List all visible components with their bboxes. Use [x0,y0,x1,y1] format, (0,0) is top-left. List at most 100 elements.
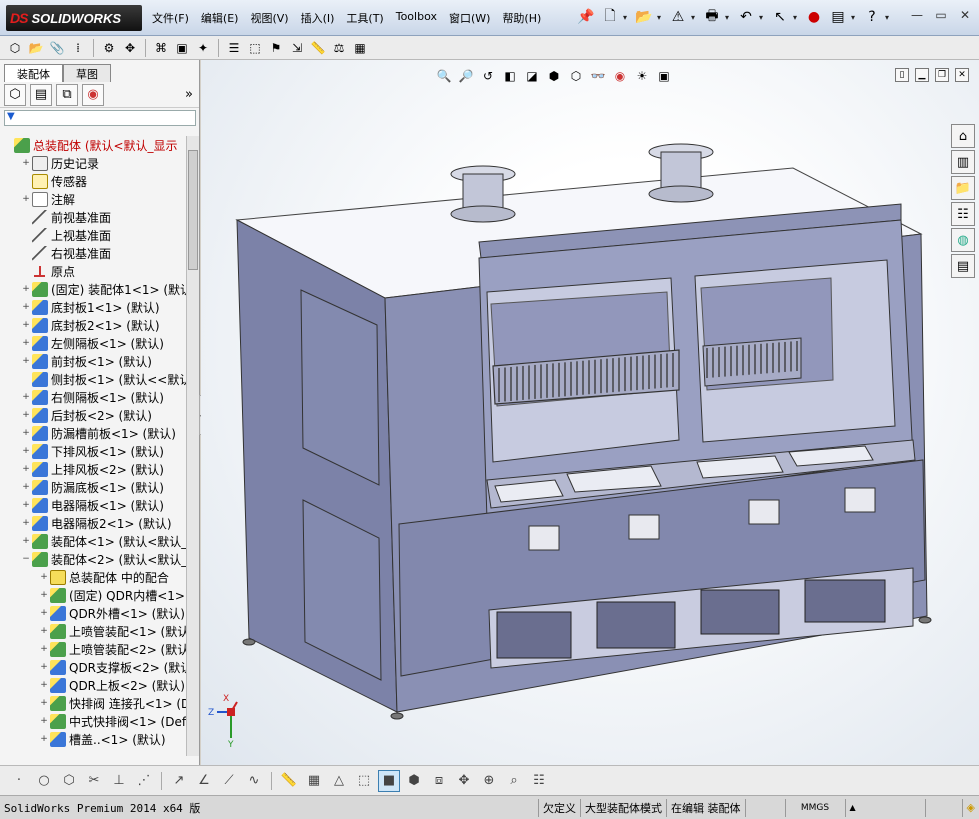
save-dropdown-icon[interactable]: ▾ [691,6,699,28]
tree-expander-icon[interactable]: + [38,626,50,636]
tree-item[interactable]: + 装配体<1> (默认<默认_显 [0,532,186,550]
relations-icon[interactable]: ⊥ [108,770,130,792]
tab-assembly[interactable]: 装配体 [4,64,63,82]
graphics-viewport[interactable]: 🔍 🔎 ↺ ◧ ◪ ⬢ ⬡ 👓 ◉ ☀ ▣ ▯ ▁ ❐ ✕ ⌂ ▥ 📁 ☷ ◍ … [201,60,979,765]
tree-expander-icon[interactable]: + [20,446,32,456]
insert-component-icon[interactable]: ⬡ [6,39,24,57]
paperclip-icon[interactable]: 📎 [48,39,66,57]
menu-help[interactable]: 帮助(H) [496,8,547,28]
component-icon[interactable]: ⬢ [403,770,425,792]
tree-expander-icon[interactable]: + [20,410,32,420]
tree-expander-icon[interactable]: + [20,392,32,402]
select-dropdown-icon[interactable]: ▾ [793,6,801,28]
tree-expander-icon[interactable]: + [20,284,32,294]
expand-chevron-icon[interactable]: » [185,87,193,102]
tree-expander-icon[interactable]: + [20,482,32,492]
menu-file[interactable]: 文件(F) [146,8,195,28]
tree-item[interactable]: 总装配体 (默认<默认_显示 [0,136,186,154]
tree-item[interactable]: + 防漏底板<1> (默认) [0,478,186,496]
tree-item[interactable]: + 电器隔板2<1> (默认) [0,514,186,532]
smart-fasteners-icon[interactable]: ⚙ [100,39,118,57]
print-dropdown-icon[interactable]: ▾ [725,6,733,28]
tree-expander-icon[interactable]: + [20,518,32,528]
tree-expander-icon[interactable]: + [38,644,50,654]
polygon-icon[interactable]: ⬡ [58,770,80,792]
tree-item[interactable]: 右视基准面 [0,244,186,262]
new-document-icon[interactable]: 🗋 [599,6,621,28]
menu-view[interactable]: 视图(V) [244,8,294,28]
menu-window[interactable]: 窗口(W) [443,8,496,28]
tree-expander-icon[interactable]: + [38,662,50,672]
angle-icon[interactable]: ∠ [193,770,215,792]
help-icon[interactable]: ? [861,6,883,28]
tree-item[interactable]: + 快排阀 连接孔<1> (De [0,694,186,712]
tree-item[interactable]: + 下排风板<1> (默认) [0,442,186,460]
instant3d-icon[interactable]: ▦ [351,39,369,57]
tree-item[interactable]: + 上喷管装配<1> (默认< [0,622,186,640]
move-icon[interactable]: ✥ [453,770,475,792]
clearance-icon[interactable]: ⇲ [288,39,306,57]
tree-item[interactable]: + (固定) QDR内槽<1> (默 [0,586,186,604]
print-icon[interactable]: 🖶 [701,6,723,28]
tree-item[interactable]: + 底封板1<1> (默认) [0,298,186,316]
assembly-icon[interactable]: ⧈ [428,770,450,792]
trim-icon[interactable]: ✂ [83,770,105,792]
configuration-manager-icon[interactable]: ⧉ [56,83,78,106]
tree-item[interactable]: + 前封板<1> (默认) [0,352,186,370]
construction-icon[interactable]: ⋰ [133,770,155,792]
search-icon[interactable]: ⌕ [503,770,525,792]
tree-expander-icon[interactable]: + [20,536,32,546]
measure-icon[interactable]: 📏 [309,39,327,57]
chamfer-icon[interactable]: ⟋ [218,770,240,792]
tree-item[interactable]: + 电器隔板<1> (默认) [0,496,186,514]
tree-expander-icon[interactable]: + [38,698,50,708]
tree-expander-icon[interactable]: − [20,554,32,564]
restore-icon[interactable]: ▭ [931,6,951,24]
tree-scrollbar[interactable] [186,136,199,756]
tree-expander-icon[interactable]: + [38,734,50,744]
tree-item[interactable]: 侧封板<1> (默认<<默认>_显 [0,370,186,388]
grid-icon[interactable]: ▦ [303,770,325,792]
circle-icon[interactable]: ○ [33,770,55,792]
tree-expander-icon[interactable]: + [20,302,32,312]
tree-expander-icon[interactable]: + [38,608,50,618]
tree-item[interactable]: + 注解 [0,190,186,208]
new-dropdown-icon[interactable]: ▾ [623,6,631,28]
tree-scrollbar-thumb[interactable] [188,150,198,270]
select-cursor-icon[interactable]: ↖ [769,6,791,28]
tree-item[interactable]: + 后封板<2> (默认) [0,406,186,424]
tree-item[interactable]: + 右侧隔板<1> (默认) [0,388,186,406]
tree-expander-icon[interactable]: + [38,572,50,582]
interference-check-icon[interactable]: ⚑ [267,39,285,57]
linear-pattern-icon[interactable]: ⁞ [69,39,87,57]
triangle-icon[interactable]: △ [328,770,350,792]
spline-icon[interactable]: ∿ [243,770,265,792]
menu-insert[interactable]: 插入(I) [295,8,341,28]
solidworks-logo[interactable]: DS SOLIDWORKS [6,5,142,31]
tree-expander-icon[interactable]: + [20,338,32,348]
table-icon[interactable]: ☷ [528,770,550,792]
tree-expander-icon[interactable]: + [20,158,32,168]
mass-properties-icon[interactable]: ⚖ [330,39,348,57]
tree-item[interactable]: − 装配体<2> (默认<默认_显 [0,550,186,568]
feature-tree-icon[interactable]: ⬡ [4,83,26,106]
exploded-view-icon[interactable]: ⬚ [246,39,264,57]
tree-item[interactable]: + QDR外槽<1> (默认) [0,604,186,622]
assembly-features-icon[interactable]: ▣ [173,39,191,57]
minimize-icon[interactable]: — [907,6,927,24]
mate-icon[interactable]: 📂 [27,39,45,57]
display-manager-icon[interactable]: ◉ [82,83,104,106]
filter-input[interactable]: ▼ [4,110,196,126]
close-icon[interactable]: ✕ [955,6,975,24]
options-icon[interactable]: ▤ [827,6,849,28]
tree-item[interactable]: + 中式快排阀<1> (Defau [0,712,186,730]
ruler-icon[interactable]: 📏 [278,770,300,792]
tree-expander-icon[interactable]: + [20,500,32,510]
tree-item[interactable]: + QDR上板<2> (默认) [0,676,186,694]
tree-item[interactable]: + 左侧隔板<1> (默认) [0,334,186,352]
tab-sketch[interactable]: 草图 [63,64,111,82]
tree-item[interactable]: + 防漏槽前板<1> (默认) [0,424,186,442]
menu-edit[interactable]: 编辑(E) [195,8,245,28]
box-icon[interactable]: ⬚ [353,770,375,792]
tree-item[interactable]: + 上排风板<2> (默认) [0,460,186,478]
